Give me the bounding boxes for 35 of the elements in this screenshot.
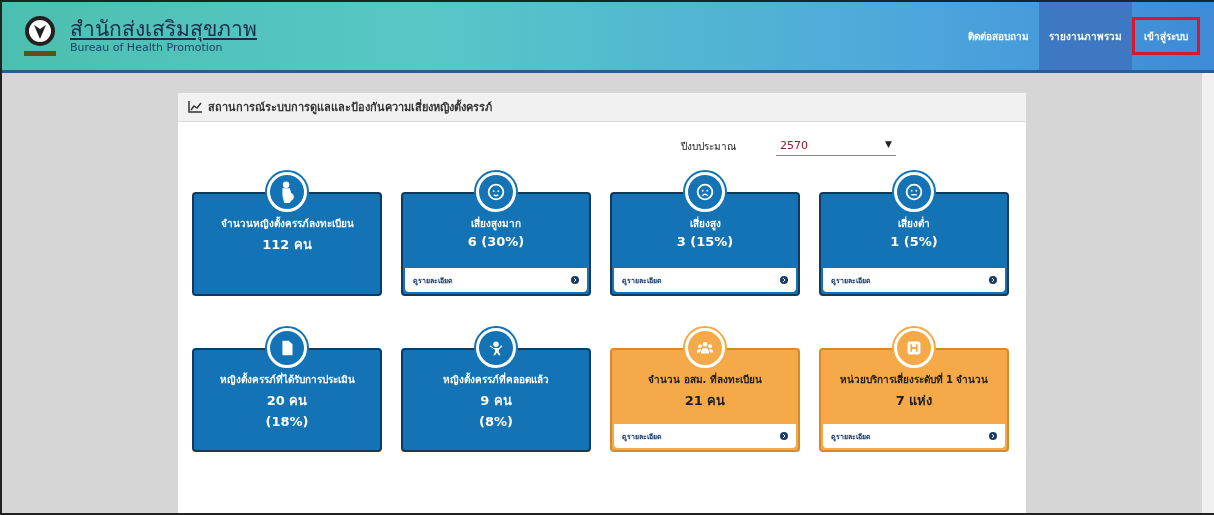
card-value: (8%) bbox=[479, 414, 513, 429]
card-title: จำนวน อสม. ที่ลงทะเบียน bbox=[648, 372, 762, 387]
card-title: จำนวนหญิงตั้งครรภ์ลงทะเบียน bbox=[220, 216, 354, 231]
card-value: 9 คน bbox=[480, 392, 512, 410]
site-title[interactable]: สำนักส่งเสริมสุขภาพ bbox=[70, 17, 257, 42]
arrow-circle-icon bbox=[571, 276, 579, 284]
card-icon bbox=[903, 181, 925, 203]
card-value: 3 (15%) bbox=[676, 234, 734, 249]
card-value: 20 คน bbox=[266, 392, 308, 410]
card-value: 21 คน bbox=[684, 392, 726, 410]
year-dropdown[interactable]: 2570 ▼ bbox=[776, 136, 896, 156]
card-title: เสี่ยงสูง bbox=[689, 216, 721, 231]
filter-label: ปีงบประมาณ bbox=[681, 139, 736, 154]
card-title: หญิงตั้งครรภ์ที่ได้รับการประเมิน bbox=[219, 372, 355, 387]
chart-icon bbox=[188, 101, 202, 113]
nav-link[interactable]: รายงานภาพรวม bbox=[1039, 2, 1132, 70]
arrow-circle-icon bbox=[989, 432, 997, 440]
panel-title: สถานการณ์ระบบการดูแลและป้องกันความเสี่ยงหญิงตั้งครรภ์ bbox=[208, 98, 492, 116]
card-value: 6 (30%) bbox=[467, 234, 525, 249]
site-subtitle: Bureau of Health Promotion bbox=[70, 41, 223, 55]
card-icon bbox=[694, 181, 716, 203]
card-title: เสี่ยงสูงมาก bbox=[471, 216, 521, 231]
card-value: 7 แห่ง bbox=[895, 392, 933, 410]
arrow-circle-icon bbox=[989, 276, 997, 284]
card-value: 1 (5%) bbox=[890, 234, 938, 249]
arrow-circle-icon bbox=[780, 432, 788, 440]
caret-icon: ▼ bbox=[885, 139, 892, 152]
scrollbar[interactable] bbox=[1202, 73, 1214, 513]
arrow-circle-icon bbox=[780, 276, 788, 284]
card-title: หญิงตั้งครรภ์ที่คลอดแล้ว bbox=[443, 372, 549, 387]
card-title: หน่วยบริการเสี่ยงระดับที่ 1 จำนวน bbox=[839, 372, 989, 387]
card-value: 112 คน bbox=[262, 236, 312, 254]
card-value: (18%) bbox=[265, 414, 309, 429]
card-icon bbox=[485, 181, 507, 203]
card-title: เสี่ยงต่ำ bbox=[898, 216, 930, 231]
